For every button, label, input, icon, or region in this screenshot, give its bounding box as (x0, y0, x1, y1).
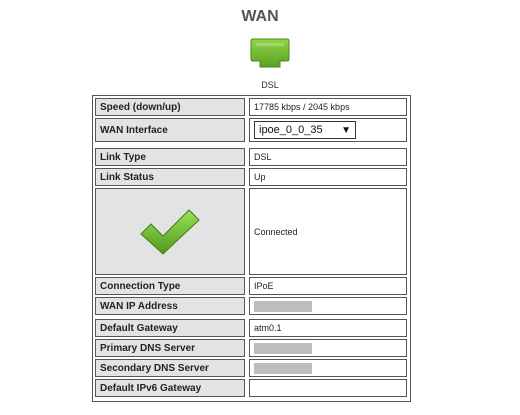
table-row-wan-interface: WAN Interface ipoe_0_0_35 ▼ (93, 118, 410, 142)
ipv6-gateway-value (249, 379, 407, 397)
link-type-label: Link Type (95, 148, 245, 166)
table-row-speed: Speed (down/up) 17785 kbps / 2045 kbps (93, 98, 410, 116)
page-title: WAN (241, 8, 279, 25)
secondary-dns-label: Secondary DNS Server (95, 359, 245, 377)
wan-status-table: Speed (down/up) 17785 kbps / 2045 kbps W… (92, 95, 411, 402)
redacted-value (254, 362, 312, 374)
wan-interface-cell: ipoe_0_0_35 ▼ (249, 118, 407, 142)
primary-dns-label: Primary DNS Server (95, 339, 245, 357)
connected-value: Connected (249, 188, 407, 275)
table-row-wan-ip: WAN IP Address (93, 297, 410, 315)
secondary-dns-value (249, 359, 407, 377)
table-row-primary-dns: Primary DNS Server (93, 339, 410, 357)
redacted-value (254, 300, 312, 312)
dsl-status-icon (250, 37, 290, 71)
ipv6-gateway-label: Default IPv6 Gateway (95, 379, 245, 397)
wan-interface-selected: ipoe_0_0_35 (259, 124, 323, 136)
wan-interface-select[interactable]: ipoe_0_0_35 ▼ (254, 121, 356, 139)
default-gateway-label: Default Gateway (95, 319, 245, 337)
table-row-link-status: Link Status Up (93, 168, 410, 186)
table-row-connection-type: Connection Type IPoE (93, 277, 410, 295)
speed-label: Speed (down/up) (95, 98, 245, 116)
table-row-connected: Connected (93, 188, 410, 275)
redacted-value (254, 342, 312, 354)
checkmark-cell (95, 188, 245, 275)
link-status-value: Up (249, 168, 407, 186)
dsl-label: DSL (261, 80, 279, 90)
table-row-link-type: Link Type DSL (93, 148, 410, 166)
default-gateway-value: atm0.1 (249, 319, 407, 337)
link-status-label: Link Status (95, 168, 245, 186)
connection-type-value: IPoE (249, 277, 407, 295)
checkmark-icon (140, 208, 200, 255)
primary-dns-value (249, 339, 407, 357)
connection-type-label: Connection Type (95, 277, 245, 295)
chevron-down-icon: ▼ (341, 124, 351, 136)
wan-interface-label: WAN Interface (95, 118, 245, 142)
wan-ip-value (249, 297, 407, 315)
wan-ip-label: WAN IP Address (95, 297, 245, 315)
table-row-default-gateway: Default Gateway atm0.1 (93, 319, 410, 337)
table-row-secondary-dns: Secondary DNS Server (93, 359, 410, 377)
speed-value: 17785 kbps / 2045 kbps (249, 98, 407, 116)
table-row-ipv6-gateway: Default IPv6 Gateway (93, 379, 410, 397)
link-type-value: DSL (249, 148, 407, 166)
